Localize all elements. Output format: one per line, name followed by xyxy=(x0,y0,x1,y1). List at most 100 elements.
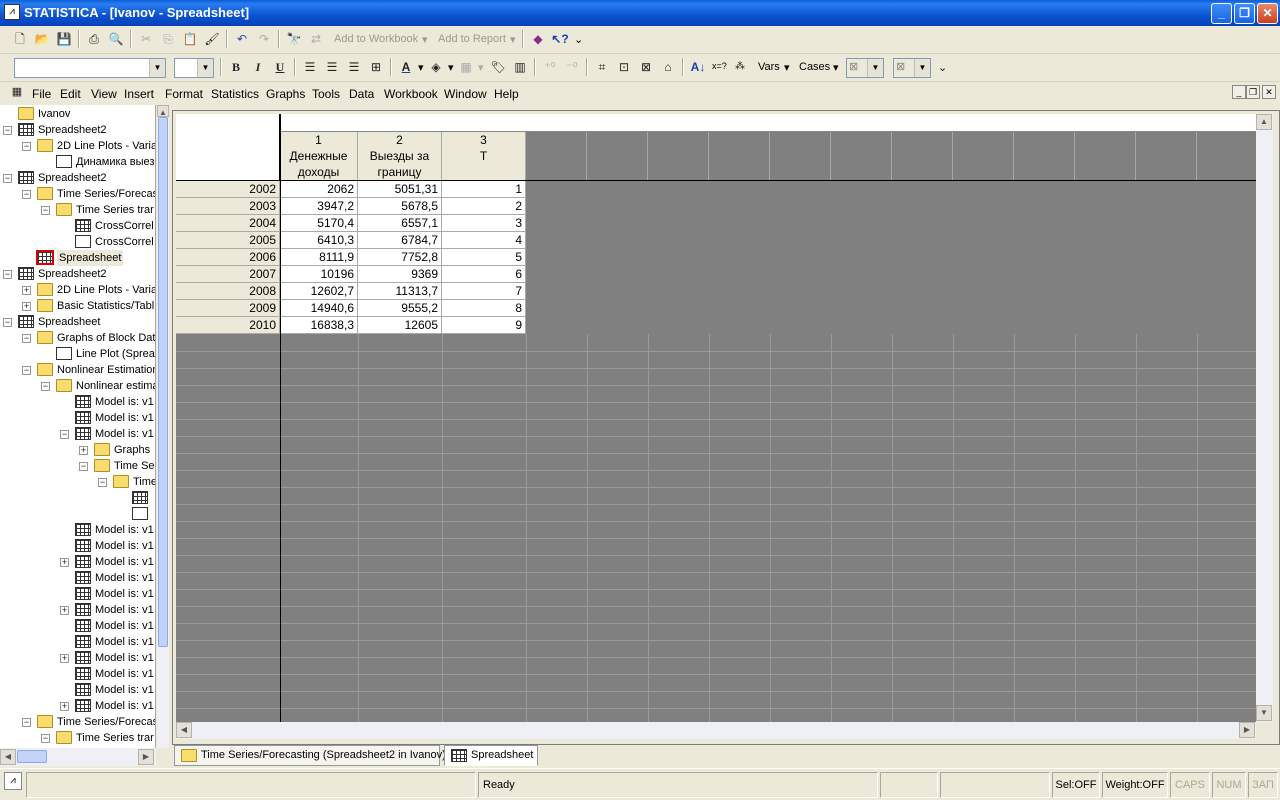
column-header[interactable]: 3T xyxy=(442,132,526,181)
tree-horizontal-scrollbar[interactable]: ◀ ▶ xyxy=(0,748,156,766)
cases-button[interactable]: Cases xyxy=(799,61,830,73)
tree-item[interactable]: − Graphs of Block Dat xyxy=(0,330,155,346)
variable-specs-icon[interactable]: ⊡ xyxy=(614,57,634,77)
tag-icon[interactable]: 🏷 xyxy=(488,57,508,77)
selection-combo-2[interactable]: ⊠ ▼ xyxy=(893,58,931,78)
scroll-thumb[interactable] xyxy=(158,117,168,647)
tree-item[interactable]: Model is: v1 xyxy=(0,570,155,586)
collapse-icon[interactable]: − xyxy=(79,462,88,471)
tree-item[interactable]: − 2D Line Plots - Varia xyxy=(0,138,155,154)
case-specs-icon[interactable]: ⊠ xyxy=(636,57,656,77)
cell-spacer-button[interactable]: x=? xyxy=(712,61,727,71)
tree-item[interactable]: − Time Series/Forecas xyxy=(0,714,155,730)
tree-item[interactable]: − Time Series/Forecas xyxy=(0,186,155,202)
collapse-icon[interactable]: − xyxy=(98,478,107,487)
data-cell[interactable]: 6 xyxy=(442,266,526,283)
data-cell[interactable]: 3947,2 xyxy=(280,198,358,215)
tree-item[interactable]: Динамика выез xyxy=(0,154,155,170)
cell-format-icon[interactable]: ⊞ xyxy=(366,57,386,77)
statistica-icon[interactable]: ⩘ xyxy=(4,772,22,790)
expand-icon[interactable]: + xyxy=(60,702,69,711)
scroll-left-icon[interactable]: ◀ xyxy=(176,722,192,738)
menu-tools[interactable]: Tools xyxy=(312,87,340,101)
collapse-icon[interactable]: − xyxy=(41,206,50,215)
data-cell[interactable]: 9369 xyxy=(358,266,442,283)
workbook-tree[interactable]: Ivanov − Spreadsheet2−2D Line Plots - Vari… xyxy=(0,105,156,748)
paste-icon[interactable]: 📋 xyxy=(180,29,200,49)
tree-item[interactable]: + Graphs xyxy=(0,442,155,458)
fill-color-icon[interactable]: ◈ xyxy=(426,57,446,77)
data-cell[interactable]: 1 xyxy=(442,181,526,198)
tab-spreadsheet[interactable]: Spreadsheet xyxy=(444,745,538,766)
data-cell[interactable]: 14940,6 xyxy=(280,300,358,317)
redo-icon[interactable]: ↷ xyxy=(254,29,274,49)
collapse-icon[interactable]: − xyxy=(60,430,69,439)
vars-button[interactable]: Vars xyxy=(758,61,780,73)
format-painter-icon[interactable]: 🖌 xyxy=(202,29,222,49)
tree-item[interactable]: − Time Series trar xyxy=(0,730,155,746)
row-header[interactable]: 2007 xyxy=(176,266,280,283)
data-cell[interactable]: 9 xyxy=(442,317,526,334)
align-center-icon[interactable]: ☰ xyxy=(322,57,342,77)
replace-values-icon[interactable]: ⁂ xyxy=(730,57,750,77)
sheet-vertical-scrollbar[interactable]: ▲ ▼ xyxy=(1256,114,1273,722)
align-left-icon[interactable]: ☰ xyxy=(300,57,320,77)
row-header[interactable]: 2003 xyxy=(176,198,280,215)
row-header[interactable]: 2006 xyxy=(176,249,280,266)
tree-item[interactable]: Line Plot (Sprea xyxy=(0,346,155,362)
data-cell[interactable]: 12602,7 xyxy=(280,283,358,300)
row-header[interactable]: 2009 xyxy=(176,300,280,317)
data-cell[interactable]: 5678,5 xyxy=(358,198,442,215)
data-cell[interactable]: 16838,3 xyxy=(280,317,358,334)
tree-item[interactable]: − Spreadsheet2 xyxy=(0,122,155,138)
menu-data[interactable]: Data xyxy=(349,87,374,101)
decrease-decimal-icon[interactable]: ⁻⁰ xyxy=(562,57,582,77)
sort-icon[interactable]: A↓ xyxy=(688,57,708,77)
tree-item[interactable]: Ivanov xyxy=(0,106,155,122)
print-preview-icon[interactable]: 🔍 xyxy=(106,29,126,49)
add-to-report-button[interactable]: Add to Report xyxy=(438,33,506,45)
tree-item[interactable]: + Model is: v1 xyxy=(0,650,155,666)
data-cell[interactable]: 6784,7 xyxy=(358,232,442,249)
tree-item[interactable]: − Model is: v1 xyxy=(0,426,155,442)
find-icon[interactable]: 🔭 xyxy=(284,29,304,49)
tree-item[interactable]: − Spreadsheet2 xyxy=(0,266,155,282)
open-icon[interactable]: 📂 xyxy=(32,29,52,49)
mdi-minimize-button[interactable]: _ xyxy=(1232,85,1246,99)
tree-item[interactable]: + Model is: v1 xyxy=(0,698,155,714)
data-cell[interactable]: 2062 xyxy=(280,181,358,198)
toolbar-overflow-icon[interactable]: ⌄ xyxy=(574,33,583,46)
borders-icon[interactable]: ▦ xyxy=(456,57,476,77)
save-icon[interactable]: 💾 xyxy=(54,29,74,49)
help-pointer-icon[interactable]: ↖? xyxy=(550,29,570,49)
collapse-icon[interactable]: − xyxy=(3,126,12,135)
align-right-icon[interactable]: ☰ xyxy=(344,57,364,77)
increase-decimal-icon[interactable]: ⁺⁰ xyxy=(540,57,560,77)
tree-vertical-scrollbar[interactable]: ▲ xyxy=(157,105,169,748)
menu-edit[interactable]: Edit xyxy=(60,87,81,101)
data-cell[interactable]: 12605 xyxy=(358,317,442,334)
collapse-icon[interactable]: − xyxy=(22,142,31,151)
scroll-right-icon[interactable]: ▶ xyxy=(1239,722,1255,738)
data-cell[interactable]: 5 xyxy=(442,249,526,266)
data-cell[interactable]: 7752,8 xyxy=(358,249,442,266)
data-cell[interactable]: 8 xyxy=(442,300,526,317)
chevron-down-icon[interactable]: ▾ xyxy=(478,61,484,74)
chevron-down-icon[interactable]: ▼ xyxy=(149,59,165,77)
collapse-icon[interactable]: − xyxy=(41,382,50,391)
copy-icon[interactable]: ⎘ xyxy=(158,29,178,49)
tree-item[interactable]: Model is: v1 xyxy=(0,666,155,682)
data-cell[interactable]: 3 xyxy=(442,215,526,232)
scroll-thumb[interactable] xyxy=(17,750,47,763)
scroll-down-icon[interactable]: ▼ xyxy=(1256,705,1272,721)
column-header[interactable]: 1 Денежные доходы xyxy=(280,132,358,181)
collapse-icon[interactable]: − xyxy=(3,174,12,183)
sheet-horizontal-scrollbar[interactable]: ◀ ▶ xyxy=(176,722,1256,739)
close-button[interactable]: ✕ xyxy=(1257,3,1278,24)
menu-workbook[interactable]: Workbook xyxy=(384,87,438,101)
tree-item[interactable]: + Basic Statistics/Tabl xyxy=(0,298,155,314)
lock-icon[interactable]: ⌂ xyxy=(658,57,678,77)
replace-icon[interactable]: ⇄ xyxy=(306,29,326,49)
tree-item[interactable]: − Nonlinear Estimation xyxy=(0,362,155,378)
expand-icon[interactable]: + xyxy=(79,446,88,455)
